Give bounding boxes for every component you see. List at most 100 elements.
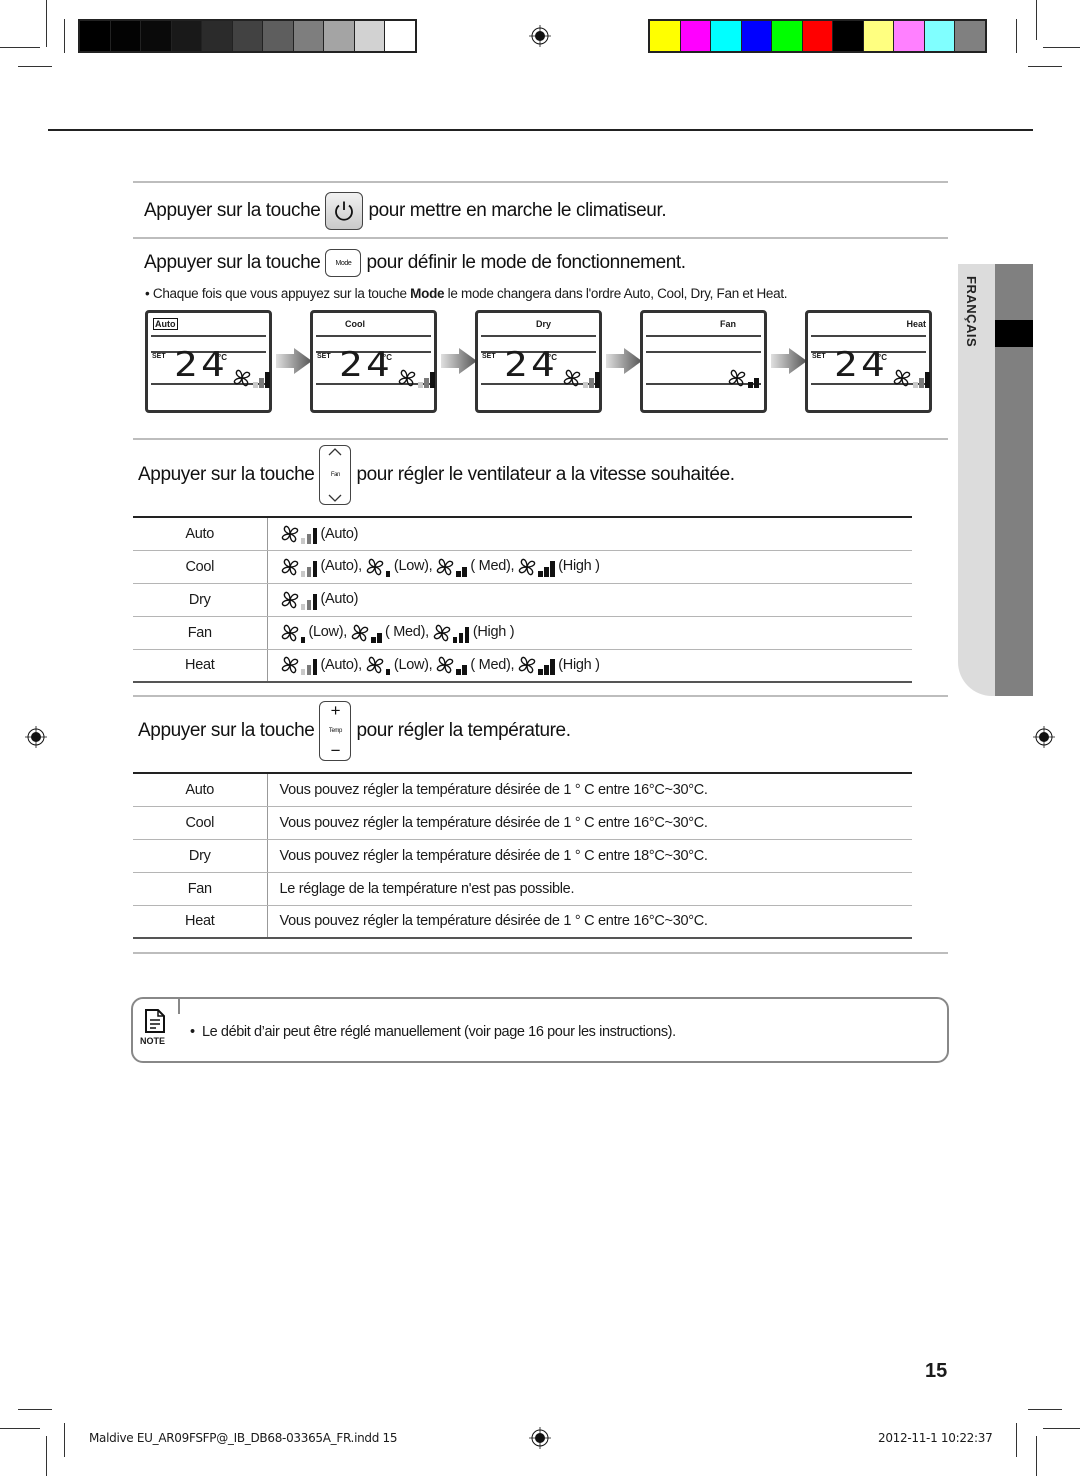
- fan-speed-bars-icon: [418, 372, 436, 388]
- grayscale-swatch: [293, 21, 323, 51]
- fan-icon: [281, 624, 298, 641]
- chevron-down-icon: [328, 494, 342, 502]
- fan-speed-bars-icon: [253, 372, 271, 388]
- fan-icon: [281, 525, 298, 543]
- fan-speed-bars-icon: [300, 627, 307, 643]
- fan-icon: [518, 558, 536, 575]
- grayscale-swatch: [171, 21, 201, 51]
- header-rule: [48, 129, 1033, 131]
- lcd-unit: °C: [548, 353, 557, 362]
- fan-icon: [351, 624, 369, 641]
- fan-icon: [281, 558, 298, 575]
- grayscale-swatch: [263, 21, 293, 51]
- lcd-divider: [316, 335, 431, 337]
- crop-mark: [1028, 1409, 1062, 1410]
- process-color-swatch: [863, 21, 893, 51]
- fan-speed-auto-icon: [280, 590, 319, 610]
- fan-speed-low-icon: [365, 655, 392, 676]
- table-row: Dry Vous pouvez régler la température dés…: [133, 839, 912, 873]
- fan-icon: [518, 656, 536, 674]
- chevron-up-icon: [328, 448, 342, 456]
- crop-mark: [1036, 1436, 1037, 1476]
- lcd-fan-indicator: [727, 368, 760, 388]
- process-color-swatch: [680, 21, 710, 51]
- fan-speed-low-icon: [365, 557, 392, 577]
- table-row: Cool Vous pouvez régler la température dé…: [133, 806, 912, 840]
- fan-speed-bars-icon: [748, 372, 760, 388]
- registration-mark-icon: [529, 25, 551, 47]
- note-bullet: •: [190, 1024, 195, 1040]
- table-row: Heat (Auto), (Low), ( Med), (High ): [133, 649, 912, 683]
- footer-timestamp: 2012-11-1 10:22:37: [878, 1431, 993, 1445]
- grayscale-swatch: [324, 21, 354, 51]
- lcd-mode-label: Cool: [345, 319, 365, 329]
- fan-icon: [281, 591, 298, 608]
- fan-speeds-cell: (Auto): [267, 583, 912, 617]
- mode-bullet-bold: Mode: [410, 286, 445, 301]
- fan-speeds-cell: (Auto): [267, 516, 912, 551]
- grayscale-swatch: [202, 21, 232, 51]
- sequence-arrow-icon: [771, 348, 807, 374]
- lcd-mode-label: Fan: [719, 319, 736, 329]
- fan-icon: [433, 624, 451, 641]
- temperature-description-cell: Vous pouvez régler la température désiré…: [267, 806, 912, 840]
- registration-mark-icon: [1033, 726, 1055, 748]
- fan-speed-bars-icon: [300, 659, 319, 676]
- crop-mark: [46, 1436, 47, 1476]
- note-text: • Le débit d’air peut être réglé manuell…: [190, 1024, 676, 1040]
- fan-speed-bars-icon: [300, 593, 319, 610]
- section-divider: [133, 181, 948, 183]
- section-divider: [133, 695, 948, 697]
- fan-speed-label: (Low),: [308, 624, 348, 641]
- mode-cell: Dry: [133, 839, 268, 873]
- process-color-swatch: [711, 21, 741, 51]
- fan-speed-label: (High ): [558, 657, 600, 674]
- lcd-set-label: SET: [812, 353, 826, 360]
- lcd-set-label: SET: [482, 353, 496, 360]
- fan-speed-bars-icon: [583, 372, 601, 388]
- section-divider: [133, 952, 948, 954]
- lcd-mode-label: Heat: [906, 319, 926, 329]
- mode-heading-prefix: Appuyer sur la touche: [144, 252, 321, 273]
- process-color-swatch: [894, 21, 924, 51]
- grayscale-swatch: [110, 21, 140, 51]
- mode-heading-suffix: pour définir le mode de fonctionnement.: [366, 252, 686, 273]
- lcd-display-dry: Dry SET 24 °C: [475, 310, 602, 413]
- temp-heading: Appuyer sur la touche + Temp − pour régl…: [138, 700, 571, 762]
- power-icon: [335, 201, 354, 221]
- fan-speeds-cell: (Auto), (Low), ( Med), (High ): [267, 649, 912, 683]
- fan-speed-label: (Auto),: [320, 558, 363, 575]
- fan-speed-label: (Low),: [393, 558, 433, 575]
- temperature-range-table: Auto Vous pouvez régler la température dé…: [133, 772, 912, 939]
- fan-icon: [366, 558, 384, 575]
- lcd-divider: [646, 335, 761, 337]
- fan-speed-med-icon: [435, 557, 468, 577]
- fan-speed-bars-icon: [300, 560, 319, 577]
- minus-icon: −: [330, 741, 341, 760]
- lcd-mode-label: Dry: [536, 319, 552, 329]
- fan-speed-auto-icon: [280, 524, 319, 544]
- crop-mark: [64, 19, 65, 53]
- fan-icon: [366, 656, 384, 674]
- fan-speed-label: ( Med),: [385, 624, 429, 641]
- grayscale-swatch: [232, 21, 262, 51]
- process-color-swatch: [650, 21, 680, 51]
- mode-key: Mode: [325, 249, 362, 277]
- crop-mark: [1016, 19, 1017, 53]
- fan-key-label: Fan: [330, 472, 341, 478]
- fan-speed-med-icon: [435, 655, 468, 676]
- table-row: Fan (Low), ( Med), (High ): [133, 616, 912, 650]
- mode-cell: Cool: [133, 806, 268, 840]
- table-row: Auto Vous pouvez régler la température dé…: [133, 772, 912, 807]
- fan-speed-high-icon: [517, 557, 556, 577]
- fan-icon: [398, 369, 416, 387]
- note-label: NOTE: [140, 1036, 166, 1046]
- power-heading: Appuyer sur la touche pour mettre en mar…: [144, 190, 667, 232]
- sequence-arrow-icon: [606, 348, 642, 374]
- temperature-description-cell: Vous pouvez régler la température désiré…: [267, 839, 912, 873]
- plus-icon: +: [330, 701, 341, 720]
- fan-speed-bars-icon: [385, 561, 392, 577]
- temperature-description-cell: Vous pouvez régler la température désiré…: [267, 772, 912, 807]
- fan-icon: [281, 656, 298, 674]
- fan-speed-med-icon: [350, 623, 383, 643]
